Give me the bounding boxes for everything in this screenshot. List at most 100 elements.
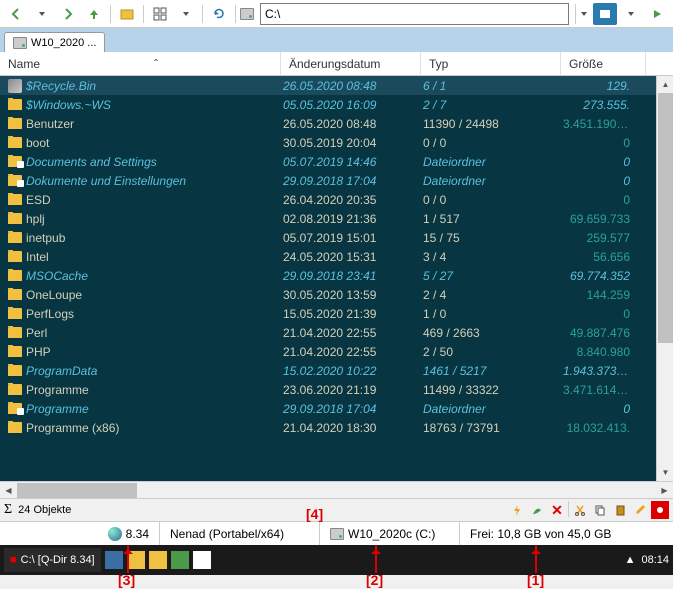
folder-icon xyxy=(8,99,22,110)
folder-icon xyxy=(8,232,22,243)
column-date[interactable]: Änderungsdatum xyxy=(281,52,421,75)
cell-name: MSOCache xyxy=(0,269,275,283)
folder-icon xyxy=(8,384,22,395)
run-button[interactable] xyxy=(645,3,669,25)
explore-button[interactable] xyxy=(115,3,139,25)
record-icon[interactable] xyxy=(651,501,669,519)
dropdown-button[interactable] xyxy=(30,3,54,25)
table-row[interactable]: Intel24.05.2020 15:313 / 456.656 xyxy=(0,247,673,266)
cell-size: 69.659.733 xyxy=(555,212,638,226)
table-row[interactable]: OneLoupe30.05.2020 13:592 / 4144.259 xyxy=(0,285,673,304)
cell-name: inetpub xyxy=(0,231,275,245)
table-row[interactable]: ESD26.04.2020 20:350 / 00 xyxy=(0,190,673,209)
cell-date: 30.05.2020 13:59 xyxy=(275,288,415,302)
address-dropdown[interactable] xyxy=(575,4,591,24)
column-name[interactable]: Nameˆ xyxy=(0,52,281,75)
main-toolbar: C:\ xyxy=(0,0,673,28)
horizontal-scrollbar[interactable]: ◀ ▶ xyxy=(0,481,673,498)
back-button[interactable] xyxy=(4,3,28,25)
taskbar-icon-1[interactable] xyxy=(105,551,123,569)
tab-drive[interactable]: W10_2020 ... xyxy=(4,32,105,52)
delete-icon[interactable]: ✕ xyxy=(548,501,566,519)
file-list[interactable]: $Recycle.Bin26.05.2020 08:486 / 1129.$Wi… xyxy=(0,76,673,437)
flash-icon[interactable] xyxy=(508,501,526,519)
table-row[interactable]: Perl21.04.2020 22:55469 / 266349.887.476 xyxy=(0,323,673,342)
view-dropdown-button[interactable] xyxy=(174,3,198,25)
table-row[interactable]: inetpub05.07.2019 15:0115 / 75259.577 xyxy=(0,228,673,247)
tray-icon[interactable]: ▲ xyxy=(625,554,636,566)
scroll-left-button[interactable]: ◀ xyxy=(0,482,17,499)
table-row[interactable]: Programme (x86)21.04.2020 18:3018763 / 7… xyxy=(0,418,673,437)
go-dropdown[interactable] xyxy=(619,3,643,25)
cell-name: Dokumente und Einstellungen xyxy=(0,174,275,188)
table-row[interactable]: boot30.05.2019 20:040 / 00 xyxy=(0,133,673,152)
paste-icon[interactable] xyxy=(611,501,629,519)
cell-type: 11390 / 24498 xyxy=(415,117,555,131)
taskbar-icon-4[interactable] xyxy=(171,551,189,569)
cell-size: 56.656 xyxy=(555,250,638,264)
drive-icon xyxy=(13,37,27,49)
cell-date: 29.09.2018 23:41 xyxy=(275,269,415,283)
cell-name: Perl xyxy=(0,326,275,340)
table-row[interactable]: $Recycle.Bin26.05.2020 08:486 / 1129. xyxy=(0,76,673,95)
user-text: Nenad (Portabel/x64) xyxy=(170,527,284,541)
table-row[interactable]: $Windows.~WS05.05.2020 16:092 / 7273.555… xyxy=(0,95,673,114)
table-row[interactable]: Benutzer26.05.2020 08:4811390 / 244983.4… xyxy=(0,114,673,133)
scroll-right-button[interactable]: ▶ xyxy=(656,482,673,499)
column-size[interactable]: Größe xyxy=(561,52,646,75)
table-row[interactable]: MSOCache29.09.2018 23:415 / 2769.774.352 xyxy=(0,266,673,285)
edit-icon[interactable] xyxy=(631,501,649,519)
table-row[interactable]: PerfLogs15.05.2020 21:391 / 00 xyxy=(0,304,673,323)
table-row[interactable]: Programme29.09.2018 17:04Dateiordner0 xyxy=(0,399,673,418)
cell-name: $Windows.~WS xyxy=(0,98,275,112)
cell-date: 15.05.2020 21:39 xyxy=(275,307,415,321)
address-bar[interactable]: C:\ xyxy=(260,3,569,25)
taskbar-icon-5[interactable] xyxy=(193,551,211,569)
cell-type: 3 / 4 xyxy=(415,250,555,264)
go-button[interactable] xyxy=(593,3,617,25)
scroll-thumb-h[interactable] xyxy=(17,483,137,498)
tab-label: W10_2020 ... xyxy=(31,37,96,49)
column-headers: Nameˆ Änderungsdatum Typ Größe xyxy=(0,52,673,76)
taskbar-app[interactable]: ■ C:\ [Q-Dir 8.34] xyxy=(4,548,101,572)
copy-icon[interactable] xyxy=(591,501,609,519)
scroll-thumb[interactable] xyxy=(658,93,673,343)
scroll-up-button[interactable]: ▲ xyxy=(657,76,673,93)
leaf-icon[interactable] xyxy=(528,501,546,519)
forward-button[interactable] xyxy=(56,3,80,25)
cell-size: 273.555. xyxy=(555,98,638,112)
cell-type: 2 / 50 xyxy=(415,345,555,359)
refresh-button[interactable] xyxy=(207,3,231,25)
cell-name: PerfLogs xyxy=(0,307,275,321)
table-row[interactable]: ProgramData15.02.2020 10:221461 / 52171.… xyxy=(0,361,673,380)
folder-icon xyxy=(8,289,22,300)
cell-type: 1 / 517 xyxy=(415,212,555,226)
column-type[interactable]: Typ xyxy=(421,52,561,75)
table-row[interactable]: Documents and Settings05.07.2019 14:46Da… xyxy=(0,152,673,171)
cell-name: boot xyxy=(0,136,275,150)
cell-size: 129. xyxy=(555,79,638,93)
taskbar-icon-2[interactable] xyxy=(127,551,145,569)
drive-icon xyxy=(330,528,344,540)
version-cell: 8.34 xyxy=(0,522,160,545)
table-row[interactable]: Programme23.06.2020 21:1911499 / 333223.… xyxy=(0,380,673,399)
cell-date: 21.04.2020 18:30 xyxy=(275,421,415,435)
folder-icon xyxy=(8,327,22,338)
scroll-track[interactable] xyxy=(17,482,656,499)
taskbar: ■ C:\ [Q-Dir 8.34] ▲ 08:14 xyxy=(0,545,673,575)
vertical-scrollbar[interactable]: ▲ ▼ xyxy=(656,76,673,481)
taskbar-icon-3[interactable] xyxy=(149,551,167,569)
table-row[interactable]: hplj02.08.2019 21:361 / 51769.659.733 xyxy=(0,209,673,228)
table-row[interactable]: Dokumente und Einstellungen29.09.2018 17… xyxy=(0,171,673,190)
file-manager-window: C:\ W10_2020 ... Nameˆ Änderungsdatum Ty… xyxy=(0,0,673,589)
cell-type: 1 / 0 xyxy=(415,307,555,321)
cut-icon[interactable] xyxy=(571,501,589,519)
sigma-icon: Σ xyxy=(4,502,12,518)
cell-date: 24.05.2020 15:31 xyxy=(275,250,415,264)
cell-type: 469 / 2663 xyxy=(415,326,555,340)
table-row[interactable]: PHP21.04.2020 22:552 / 508.840.980 xyxy=(0,342,673,361)
view-button[interactable] xyxy=(148,3,172,25)
cell-size: 0 xyxy=(555,193,638,207)
up-button[interactable] xyxy=(82,3,106,25)
scroll-down-button[interactable]: ▼ xyxy=(657,464,673,481)
